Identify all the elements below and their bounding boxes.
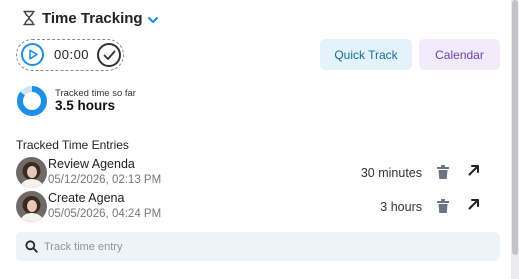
entry-duration: 30 minutes (360, 166, 422, 180)
tracked-time-progress-ring (17, 86, 47, 116)
track-time-search (16, 232, 500, 261)
entry-name: Create Agena (48, 191, 125, 205)
entry-name: Review Agenda (48, 157, 135, 171)
avatar (16, 191, 47, 222)
chevron-down-icon[interactable] (147, 14, 159, 26)
entry-date: 05/12/2026, 02:13 PM (48, 174, 162, 186)
tracked-time-value: 3.5 hours (55, 98, 116, 113)
stop-check-button[interactable] (97, 43, 121, 67)
page-title: Time Tracking (42, 9, 143, 27)
timer-widget: 00:00 (16, 39, 124, 71)
search-icon (25, 240, 38, 253)
entry-date: 05/05/2026, 04:24 PM (48, 208, 162, 220)
trash-icon[interactable] (436, 164, 450, 180)
open-entry-arrow-icon[interactable] (467, 197, 481, 211)
panel-header: Time Tracking (22, 7, 159, 29)
hourglass-icon (22, 10, 36, 26)
section-title: Tracked Time Entries (16, 138, 129, 152)
check-icon (103, 50, 115, 60)
search-input[interactable] (44, 232, 484, 261)
open-entry-arrow-icon[interactable] (467, 163, 481, 177)
play-icon (28, 49, 38, 60)
avatar (16, 157, 47, 188)
quick-track-button[interactable]: Quick Track (320, 39, 412, 70)
calendar-button[interactable]: Calendar (419, 39, 500, 70)
list-item[interactable]: Create Agena 05/05/2026, 04:24 PM 3 hour… (16, 191, 506, 223)
trash-icon[interactable] (436, 198, 450, 214)
timer-display: 00:00 (54, 47, 90, 62)
play-button[interactable] (21, 43, 44, 66)
entry-duration: 3 hours (380, 200, 422, 214)
time-tracking-panel: Time Tracking 00:00 Quick Track Calendar… (0, 0, 511, 279)
scrollbar-thumb[interactable] (512, 0, 518, 255)
list-item[interactable]: Review Agenda 05/12/2026, 02:13 PM 30 mi… (16, 157, 506, 189)
